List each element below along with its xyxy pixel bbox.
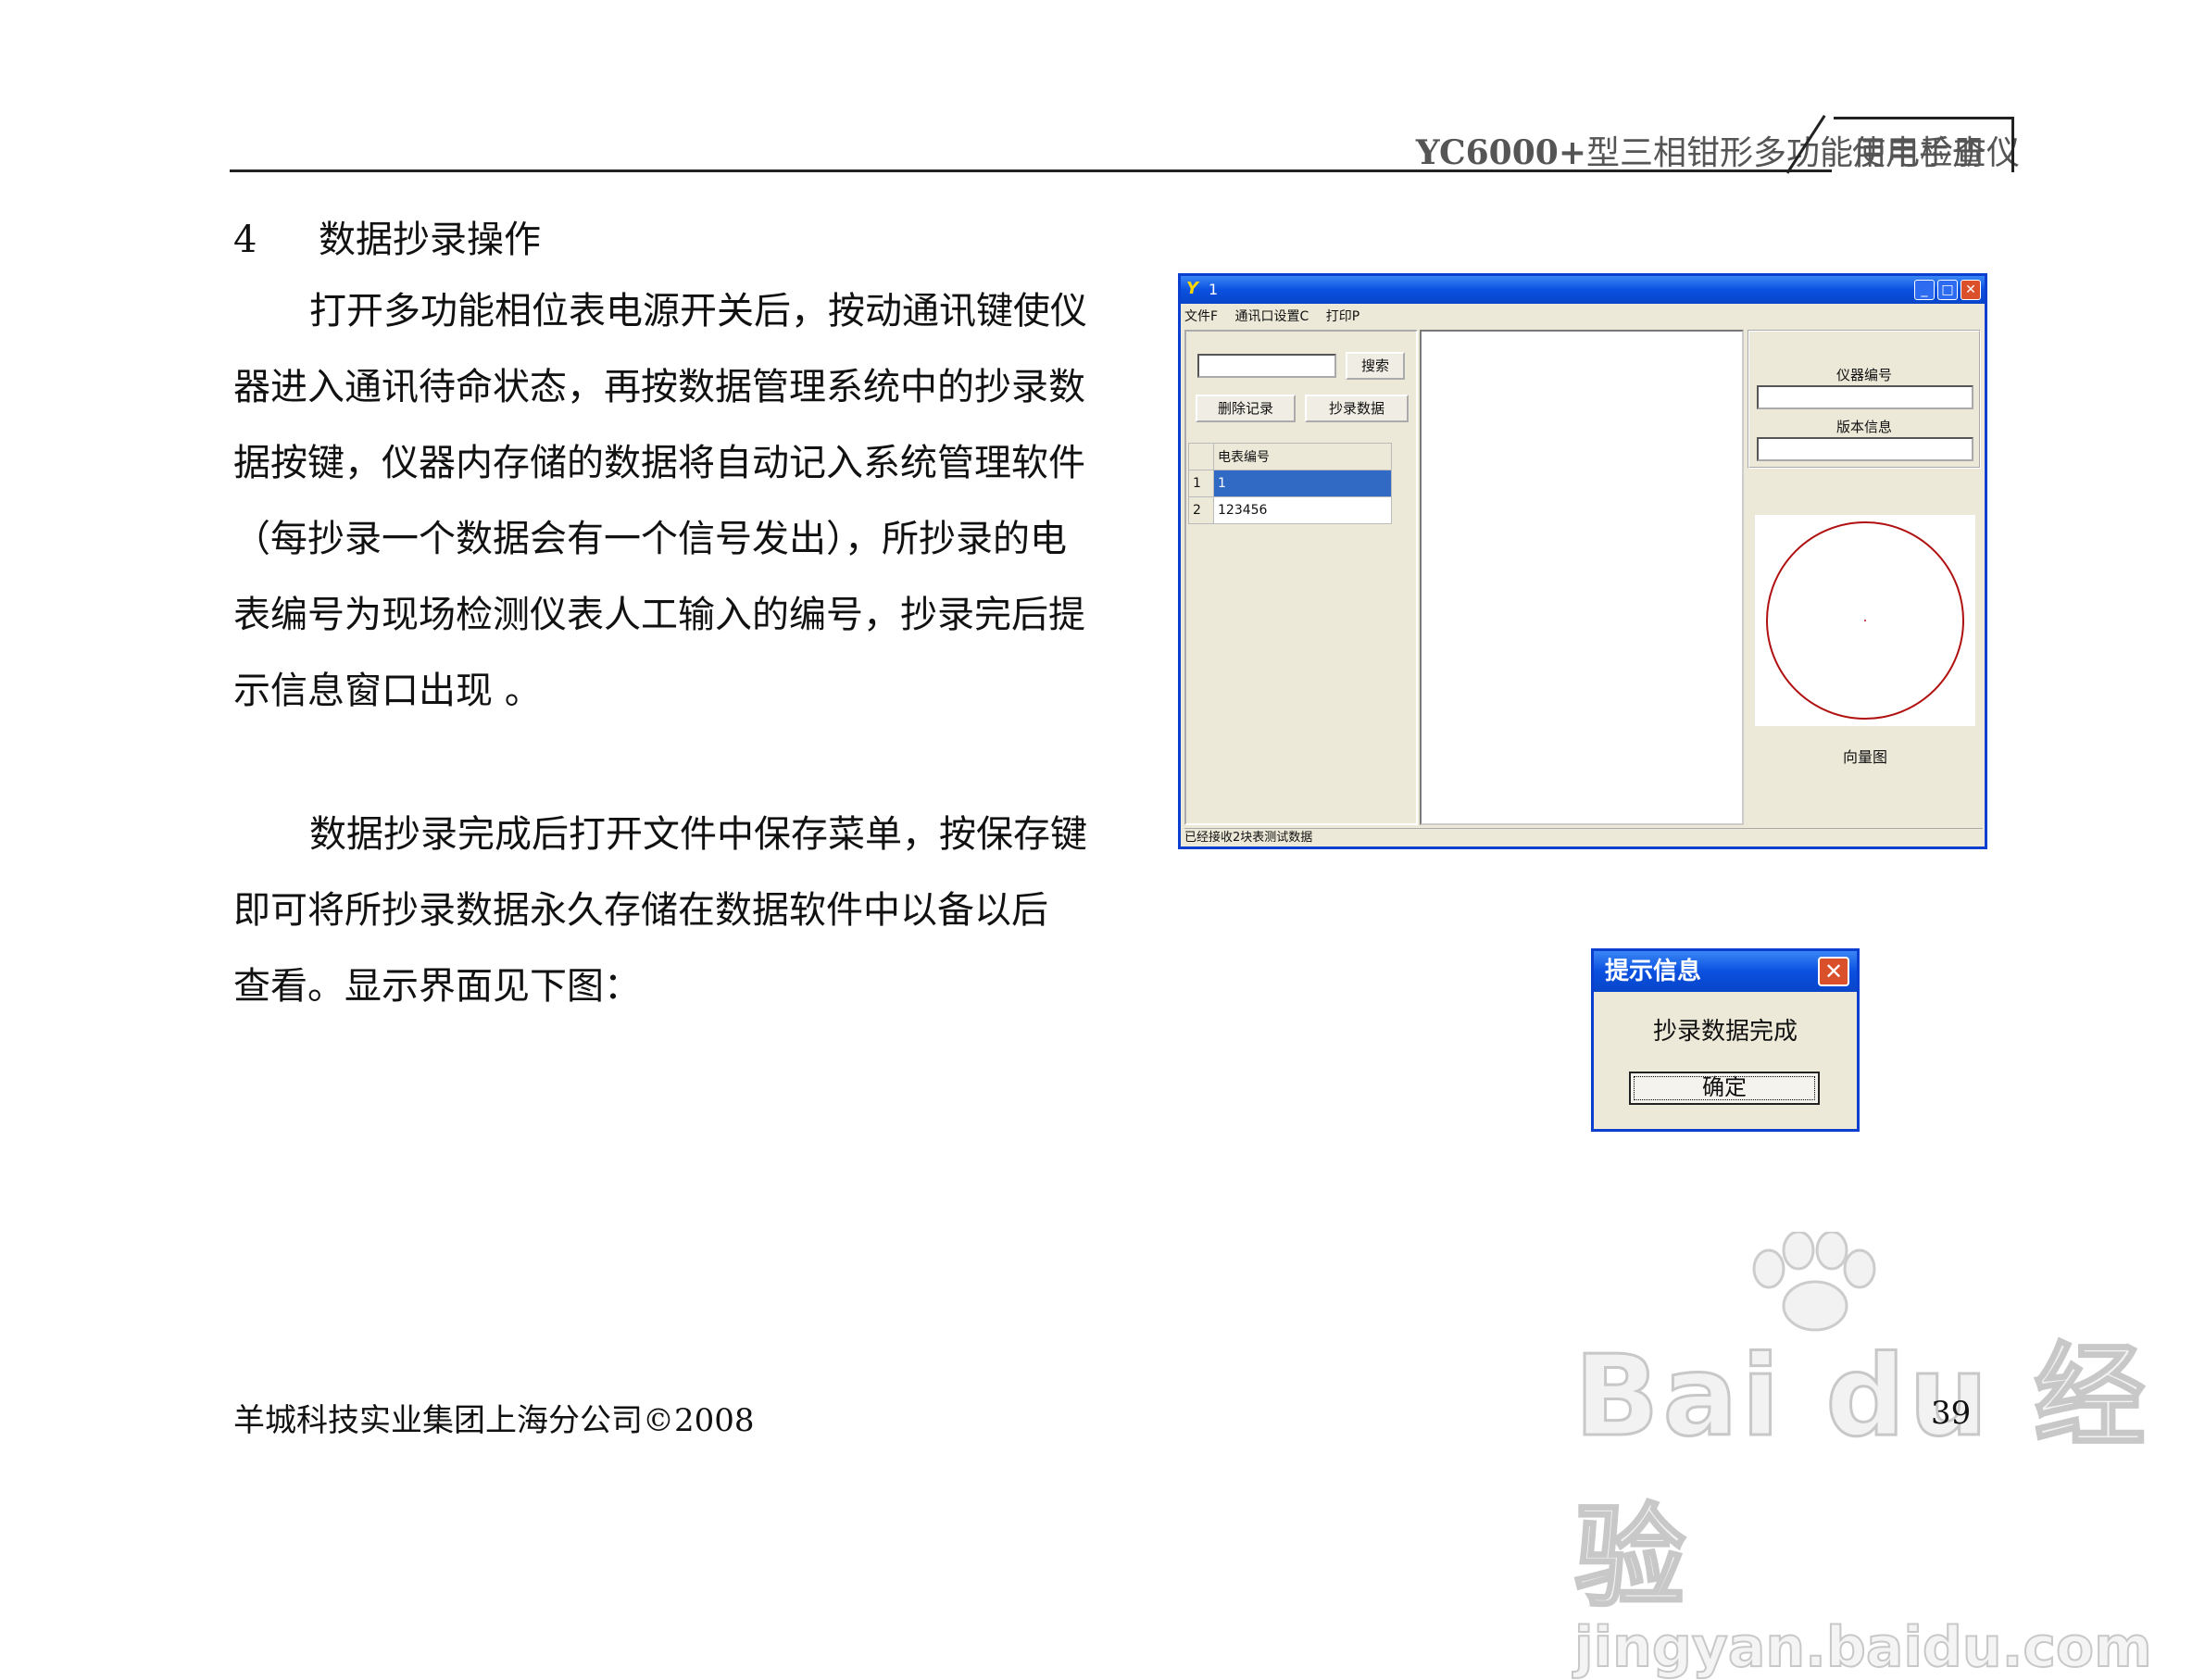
meter-id-cell[interactable]: 123456 [1213, 496, 1392, 524]
app-titlebar: Y 1 _ □ ✕ [1181, 276, 1985, 304]
baidu-watermark: Bai du 经验 jingyan.baidu.com [1573, 1241, 2205, 1680]
vector-diagram [1755, 515, 1975, 726]
manual-label: 使用手册 [1852, 134, 1986, 172]
meter-grid: 电表编号 1 1 2 123456 [1188, 443, 1392, 524]
paragraph-line: 据按键，仪器内存储的数据将自动记入系统管理软件 [233, 442, 1085, 484]
app-title: 1 [1209, 281, 1219, 298]
grid-header-row: 电表编号 [1188, 443, 1392, 470]
grid-header-meter-id: 电表编号 [1213, 443, 1392, 470]
menu-comm-settings[interactable]: 通讯口设置C [1235, 309, 1309, 324]
app-icon: Y [1186, 279, 1199, 298]
vector-circle-svg [1766, 521, 1964, 720]
paragraph-line: 示信息窗口出现 。 [233, 670, 542, 712]
vector-diagram-label: 向量图 [1842, 748, 1887, 766]
right-panel: 仪器编号 版本信息 向量图 [1746, 330, 1985, 825]
delete-record-button[interactable]: 删除记录 [1196, 395, 1296, 422]
dialog-close-icon[interactable]: ✕ [1818, 957, 1849, 986]
left-panel: 搜索 删除记录 抄录数据 电表编号 1 1 2 123456 [1184, 330, 1418, 825]
paragraph-line: 查看。显示界面见下图： [233, 965, 641, 1008]
header-rule [230, 169, 1832, 172]
close-button[interactable]: ✕ [1961, 280, 1981, 300]
section-title: 数据抄录操作 [319, 219, 541, 261]
maximize-button[interactable]: □ [1937, 280, 1958, 300]
instrument-id-label: 仪器编号 [1835, 367, 1892, 383]
watermark-url: jingyan.baidu.com [1573, 1614, 2153, 1680]
dialog-ok-button[interactable]: 确定 [1629, 1072, 1820, 1105]
info-dialog: 提示信息 ✕ 抄录数据完成 确定 [1591, 948, 1860, 1132]
menu-file[interactable]: 文件F [1184, 309, 1218, 324]
paragraph-line: 表编号为现场检测仪表人工输入的编号，抄录完后提 [233, 594, 1085, 636]
paragraph-2: 数据抄录完成后打开文件中保存菜单，按保存键 即可将所抄录数据永久存储在数据软件中… [233, 796, 1122, 1024]
page-number: 39 [1931, 1395, 1972, 1432]
grid-corner [1188, 443, 1214, 470]
dialog-message: 抄录数据完成 [1652, 1018, 1798, 1046]
instrument-id-field[interactable] [1757, 385, 1973, 409]
version-info-label: 版本信息 [1835, 419, 1892, 435]
paragraph-line: 数据抄录完成后打开文件中保存菜单，按保存键 [309, 813, 1087, 856]
row-index: 1 [1188, 470, 1214, 497]
header-tick [2011, 117, 2014, 172]
instrument-info-box: 仪器编号 版本信息 [1748, 330, 1981, 469]
meter-id-cell[interactable]: 1 [1213, 470, 1392, 497]
footer-company: 羊城科技实业集团上海分公司©2008 [233, 1402, 755, 1439]
product-model: YC6000+ [1415, 133, 1586, 172]
table-row[interactable]: 2 123456 [1188, 496, 1392, 524]
version-info-field[interactable] [1757, 437, 1973, 461]
copy-data-button[interactable]: 抄录数据 [1305, 395, 1409, 422]
paragraph-line: （每抄录一个数据会有一个信号发出），所抄录的电 [233, 518, 1067, 560]
search-button[interactable]: 搜索 [1346, 352, 1405, 380]
data-view-panel [1420, 330, 1744, 825]
vector-origin [1864, 620, 1866, 621]
paragraph-line: 器进入通讯待命状态，再按数据管理系统中的抄录数 [233, 366, 1085, 408]
menu-bar: 文件F 通讯口设置C 打印P [1184, 307, 1372, 327]
header-bar [1834, 117, 2011, 119]
search-input[interactable] [1197, 354, 1336, 378]
table-row[interactable]: 1 1 [1188, 470, 1392, 497]
paragraph-1: 打开多功能相位表电源开关后，按动通讯键使仪 器进入通讯待命状态，再按数据管理系统… [233, 273, 1122, 729]
paragraph-line: 打开多功能相位表电源开关后，按动通讯键使仪 [309, 290, 1087, 332]
app-window: Y 1 _ □ ✕ 文件F 通讯口设置C 打印P 搜索 删除记录 抄录数据 电表… [1178, 273, 1987, 849]
section-number: 4 [233, 219, 257, 261]
section-heading: 4 数据抄录操作 [233, 209, 541, 263]
paragraph-line: 即可将所抄录数据永久存储在数据软件中以备以后 [233, 889, 1048, 932]
status-bar: 已经接收2块表测试数据 [1184, 828, 1983, 847]
row-index: 2 [1188, 496, 1214, 524]
minimize-button[interactable]: _ [1914, 280, 1935, 300]
watermark-brand: Bai du 经验 [1573, 1332, 2149, 1624]
menu-print[interactable]: 打印P [1326, 309, 1359, 324]
